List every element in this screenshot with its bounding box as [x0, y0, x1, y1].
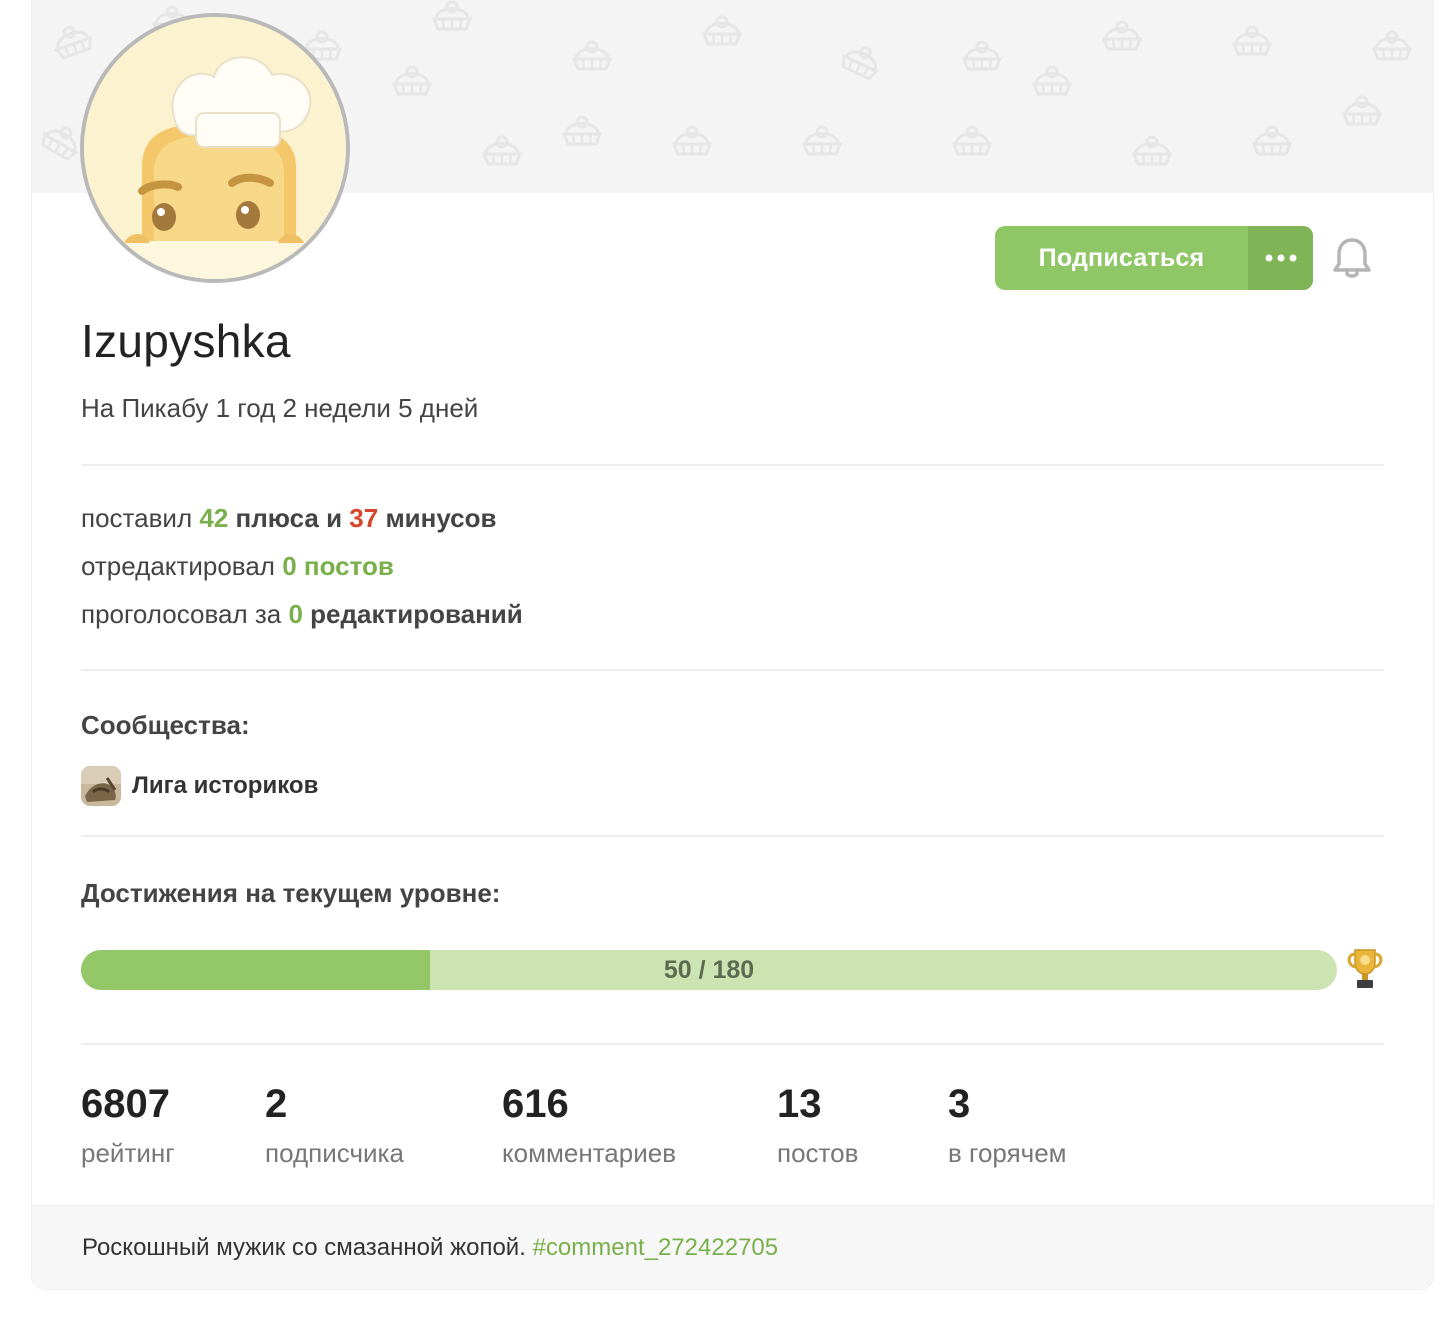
counter-label: комментариев — [502, 1138, 677, 1168]
votes-stat: поставил 42 плюса и 37 минусов — [81, 503, 497, 534]
subscribe-button-group: Подписаться — [995, 226, 1313, 290]
edited-stat: отредактировал 0 постов — [81, 551, 394, 582]
voted-edits-stat: проголосовал за 0 редактирований — [81, 599, 523, 630]
community-avatar-image — [81, 766, 121, 806]
bell-icon — [1333, 238, 1371, 278]
achievements-progress-bar: 50 / 180 — [81, 950, 1337, 990]
achievements-progress-text: 50 / 180 — [663, 955, 755, 984]
user-avatar — [80, 13, 350, 283]
minuses-count: 37 — [349, 503, 379, 533]
edited-word[interactable]: постов — [304, 551, 394, 581]
more-horizontal-icon — [1265, 254, 1296, 262]
voted-count: 0 — [288, 599, 303, 629]
trophy-image — [1347, 949, 1383, 988]
edited-prefix: отредактировал — [81, 551, 275, 581]
counter-value: 3 — [948, 1082, 971, 1126]
edited-count[interactable]: 0 — [282, 551, 296, 581]
voted-prefix: проголосовал за — [81, 599, 282, 629]
voted-word: редактирований — [310, 599, 523, 629]
chef-avatar-image — [84, 17, 346, 279]
counter-label: постов — [777, 1138, 859, 1168]
counter-posts[interactable]: 13 постов — [777, 1080, 858, 1169]
more-options-button[interactable] — [1248, 226, 1313, 290]
community-label: Лига историков — [132, 772, 319, 799]
counter-rating[interactable]: 6807 рейтинг — [81, 1080, 175, 1169]
trophy-icon — [1345, 946, 1385, 992]
counter-label: в горячем — [948, 1138, 1067, 1168]
and-word: и — [326, 503, 343, 533]
counter-hot[interactable]: 3 в горячем — [948, 1080, 1067, 1169]
counter-value: 2 — [265, 1082, 288, 1126]
note-text: Роскошный мужик со смазанной жопой. — [82, 1234, 526, 1261]
pluses-word: плюса — [235, 503, 319, 533]
member-since: На Пикабу 1 год 2 недели 5 дней — [81, 393, 479, 423]
counter-value: 616 — [502, 1082, 569, 1126]
note-comment-link[interactable]: #comment_272422705 — [533, 1234, 779, 1261]
subscribe-button[interactable]: Подписаться — [995, 226, 1248, 290]
counter-comments[interactable]: 616 комментариев — [502, 1080, 676, 1169]
divider — [81, 464, 1384, 466]
counter-label: рейтинг — [81, 1138, 175, 1168]
profile-note: Роскошный мужик со смазанной жопой. #com… — [82, 1234, 778, 1262]
counter-value: 6807 — [81, 1082, 170, 1126]
counter-label: подписчика — [265, 1138, 404, 1168]
profile-username: Izupyshka — [81, 315, 291, 367]
divider — [81, 669, 1384, 671]
divider — [81, 1043, 1384, 1045]
divider — [81, 835, 1384, 837]
communities-title: Сообщества: — [81, 710, 250, 740]
achievements-title: Достижения на текущем уровне: — [81, 878, 501, 908]
community-avatar — [81, 766, 121, 806]
profile-card: Подписаться Izupyshka На Пикабу 1 год 2 … — [31, 0, 1434, 1290]
pluses-count: 42 — [199, 503, 229, 533]
votes-prefix: поставил — [81, 503, 193, 533]
notifications-bell-button[interactable] — [1332, 236, 1372, 280]
community-item[interactable]: Лига историков — [81, 766, 318, 806]
counter-value: 13 — [777, 1082, 822, 1126]
counter-subscribers[interactable]: 2 подписчика — [265, 1080, 404, 1169]
profile-note-footer: Роскошный мужик со смазанной жопой. #com… — [32, 1205, 1433, 1289]
minuses-word: минусов — [385, 503, 497, 533]
